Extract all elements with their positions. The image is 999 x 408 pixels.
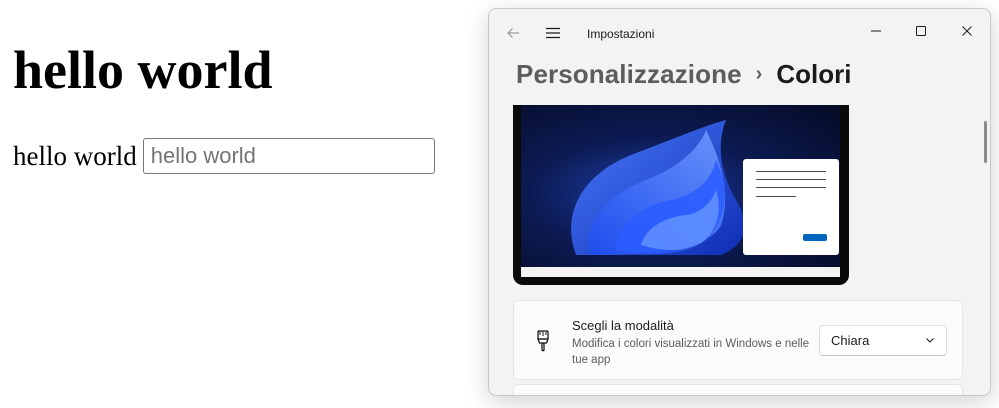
maximize-icon[interactable] (898, 13, 944, 49)
app-title: Impostazioni (587, 27, 655, 41)
mode-setting-description: Modifica i colori visualizzati in Window… (572, 338, 810, 366)
close-icon[interactable] (944, 13, 990, 49)
settings-content: Scegli la modalità Modifica i colori vis… (489, 105, 990, 395)
preview-wallpaper (521, 105, 840, 267)
breadcrumb-parent[interactable]: Personalizzazione (516, 59, 742, 90)
theme-preview (513, 105, 849, 285)
mode-setting-card: Scegli la modalità Modifica i colori vis… (513, 300, 963, 380)
preview-accent-button (803, 234, 827, 241)
text-input[interactable] (142, 138, 435, 174)
page-heading: hello world (13, 40, 273, 100)
scrollbar[interactable] (984, 121, 987, 163)
back-arrow-icon[interactable] (499, 19, 527, 47)
preview-window (743, 159, 839, 255)
next-setting-card (513, 384, 963, 395)
preview-taskbar (521, 267, 840, 277)
chevron-down-icon (925, 332, 935, 350)
minimize-icon[interactable] (853, 13, 899, 49)
hamburger-menu-icon[interactable] (539, 19, 567, 47)
breadcrumb-separator: › (755, 63, 763, 85)
settings-window: Impostazioni Personalizzazione › Colori (488, 8, 991, 396)
mode-dropdown[interactable]: Chiara (819, 325, 947, 356)
paint-brush-icon (533, 329, 553, 353)
page-title: Colori (776, 59, 852, 89)
breadcrumb: Personalizzazione › Colori (516, 59, 851, 90)
text-label: hello world (13, 140, 137, 171)
mode-dropdown-value: Chiara (831, 333, 870, 348)
mode-setting-title: Scegli la modalità (572, 318, 674, 333)
title-bar[interactable]: Impostazioni (489, 9, 990, 57)
web-form-row: hello world (13, 138, 435, 174)
